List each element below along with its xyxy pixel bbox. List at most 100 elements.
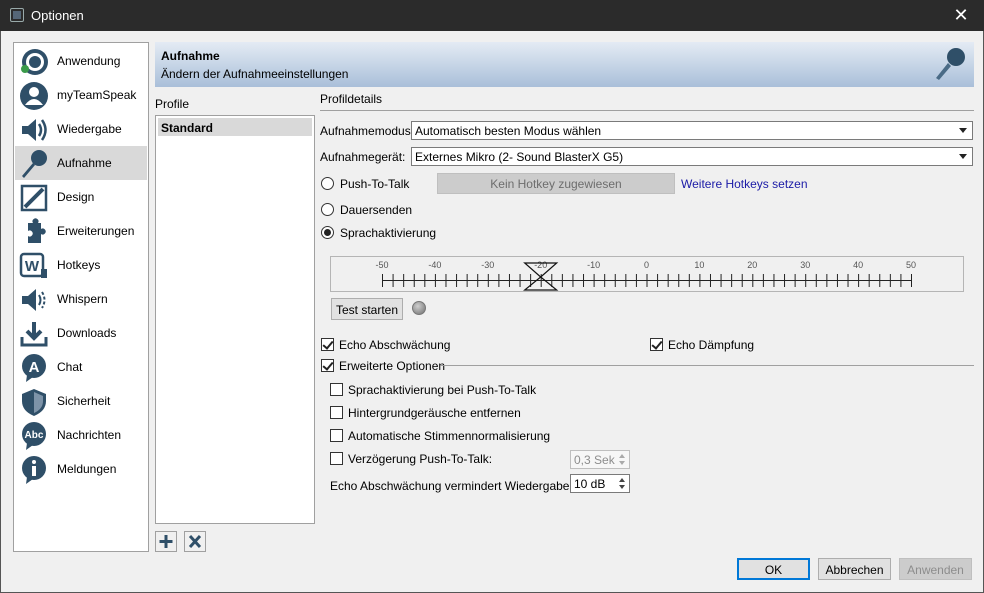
add-profile-button[interactable]	[155, 531, 177, 552]
sidebar-item-design[interactable]: Design	[15, 180, 147, 214]
sidebar-item-label: Aufnahme	[57, 156, 112, 170]
svg-text:A: A	[29, 359, 40, 376]
sidebar-item-label: Anwendung	[57, 54, 121, 68]
sidebar-item-wiedergabe[interactable]: Wiedergabe	[15, 112, 147, 146]
options-dialog: Anwendung myTeamSpeak Wiedergabe Aufnahm…	[0, 31, 984, 593]
teamspeak-logo-icon	[21, 49, 48, 75]
sidebar-item-aufnahme[interactable]: Aufnahme	[15, 146, 147, 180]
sidebar-item-sicherheit[interactable]: Sicherheit	[15, 384, 147, 418]
microphone-icon	[936, 48, 965, 80]
echo-cancellation-label: Echo Dämpfung	[668, 338, 755, 352]
window-title: Optionen	[31, 8, 84, 23]
profile-item-standard[interactable]: Standard	[158, 118, 312, 136]
sidebar-item-erweiterungen[interactable]: Erweiterungen	[15, 214, 147, 248]
checkbox-indicator	[330, 406, 343, 419]
plus-icon	[159, 535, 173, 548]
chevron-down-icon	[959, 128, 967, 133]
svg-text:W: W	[25, 258, 40, 275]
ok-button[interactable]: OK	[737, 558, 810, 580]
sidebar-item-label: Design	[57, 190, 95, 204]
sidebar-item-meldungen[interactable]: Meldungen	[15, 452, 147, 486]
microphone-icon	[22, 150, 47, 178]
test-start-button[interactable]: Test starten	[331, 298, 403, 320]
puzzle-icon	[28, 218, 46, 243]
chevron-down-icon	[959, 154, 967, 159]
ptt-delay-spinbox[interactable]: 0,3 Sek	[570, 450, 630, 469]
meter-scale: -50 -40 -30 -20 -10 0 10 20 30 40 50	[375, 260, 916, 291]
auto-normalization-label: Automatische Stimmennormalisierung	[348, 429, 551, 443]
radio-indicator	[321, 203, 334, 216]
meter-tick-label: 50	[906, 260, 916, 270]
remove-noise-label: Hintergrundgeräusche entfernen	[348, 406, 521, 420]
meter-tick-label: -20	[534, 260, 547, 270]
echo-reduction-label: Echo Abschwächung	[339, 338, 451, 352]
spin-down-icon[interactable]	[616, 459, 628, 467]
ptt-delay-label: Verzögerung Push-To-Talk:	[348, 452, 493, 466]
sidebar-item-myteamspeak[interactable]: myTeamSpeak	[15, 78, 147, 112]
sidebar-item-label: Whispern	[57, 292, 108, 306]
activity-led-icon	[412, 301, 426, 315]
shield-icon	[22, 389, 46, 416]
checkbox-indicator	[650, 338, 663, 351]
radio-indicator	[321, 177, 334, 190]
voice-activation-label: Sprachaktivierung	[340, 226, 437, 240]
echo-cancellation-checkbox[interactable]: Echo Dämpfung	[650, 338, 770, 354]
capture-device-value: Externes Mikro (2- Sound BlasterX G5)	[415, 150, 624, 164]
push-to-talk-label: Push-To-Talk	[340, 177, 410, 191]
spin-down-icon[interactable]	[616, 483, 628, 491]
info-icon	[22, 456, 46, 484]
sidebar-item-hotkeys[interactable]: W Hotkeys	[15, 248, 147, 282]
continuous-transmission-radio[interactable]: Dauersenden	[321, 203, 431, 219]
more-hotkeys-link[interactable]: Weitere Hotkeys setzen	[681, 177, 808, 191]
download-icon	[20, 322, 48, 347]
profile-details-label: Profildetails	[320, 92, 383, 106]
va-during-ptt-label: Sprachaktivierung bei Push-To-Talk	[348, 383, 537, 397]
sidebar-item-label: Downloads	[57, 326, 117, 340]
checkbox-indicator	[330, 429, 343, 442]
sidebar-item-label: Meldungen	[57, 462, 117, 476]
meter-tick-label: 20	[747, 260, 757, 270]
section-subtitle: Ändern der Aufnahmeeinstellungen	[161, 67, 349, 81]
capture-mode-label: Aufnahmemodus:	[320, 124, 415, 138]
echo-playback-reduction-label: Echo Abschwächung vermindert Wiedergabe …	[330, 479, 593, 493]
sidebar-item-label: Erweiterungen	[57, 224, 135, 238]
remove-profile-button[interactable]	[184, 531, 206, 552]
ptt-delay-value: 0,3 Sek	[574, 453, 615, 467]
remove-noise-checkbox[interactable]: Hintergrundgeräusche entfernen	[330, 406, 530, 422]
va-during-ptt-checkbox[interactable]: Sprachaktivierung bei Push-To-Talk	[330, 383, 540, 399]
checkbox-indicator	[321, 359, 334, 372]
advanced-options-checkbox[interactable]: Erweiterte Optionen	[321, 359, 461, 375]
voice-activation-radio[interactable]: Sprachaktivierung	[321, 226, 451, 242]
radio-indicator	[321, 226, 334, 239]
checkbox-indicator	[321, 338, 334, 351]
capture-mode-select[interactable]: Automatisch besten Modus wählen	[411, 121, 973, 140]
close-icon[interactable]: ✕	[938, 0, 984, 31]
meter-tick-label: -30	[481, 260, 494, 270]
sidebar-item-label: Sicherheit	[57, 394, 111, 408]
sidebar-item-chat[interactable]: A Chat	[15, 350, 147, 384]
chat-icon: A	[22, 354, 46, 382]
apply-button[interactable]: Anwenden	[899, 558, 972, 580]
capture-device-select[interactable]: Externes Mikro (2- Sound BlasterX G5)	[411, 147, 973, 166]
section-title: Aufnahme	[161, 49, 220, 63]
ptt-delay-checkbox[interactable]: Verzögerung Push-To-Talk:	[330, 452, 500, 468]
cancel-button[interactable]: Abbrechen	[818, 558, 891, 580]
echo-playback-reduction-spinbox[interactable]: 10 dB	[570, 474, 630, 493]
sidebar-item-downloads[interactable]: Downloads	[15, 316, 147, 350]
sidebar-item-label: Chat	[57, 360, 83, 374]
echo-reduction-checkbox[interactable]: Echo Abschwächung	[321, 338, 471, 354]
checkbox-indicator	[330, 452, 343, 465]
voice-activation-meter[interactable]: -50 -40 -30 -20 -10 0 10 20 30 40 50	[330, 256, 964, 292]
auto-normalization-checkbox[interactable]: Automatische Stimmennormalisierung	[330, 429, 550, 445]
x-icon	[188, 534, 202, 549]
profiles-label: Profile	[155, 97, 190, 111]
svg-text:Abc: Abc	[25, 430, 44, 441]
sidebar-item-anwendung[interactable]: Anwendung	[15, 44, 147, 78]
sidebar-item-whispern[interactable]: Whispern	[15, 282, 147, 316]
meter-tick-label: 30	[800, 260, 810, 270]
meter-tick-label: 40	[853, 260, 863, 270]
push-to-talk-radio[interactable]: Push-To-Talk	[321, 177, 431, 193]
whisper-speaker-icon	[22, 289, 46, 311]
sidebar-item-nachrichten[interactable]: Abc Nachrichten	[15, 418, 147, 452]
no-hotkey-button[interactable]: Kein Hotkey zugewiesen	[437, 173, 675, 194]
